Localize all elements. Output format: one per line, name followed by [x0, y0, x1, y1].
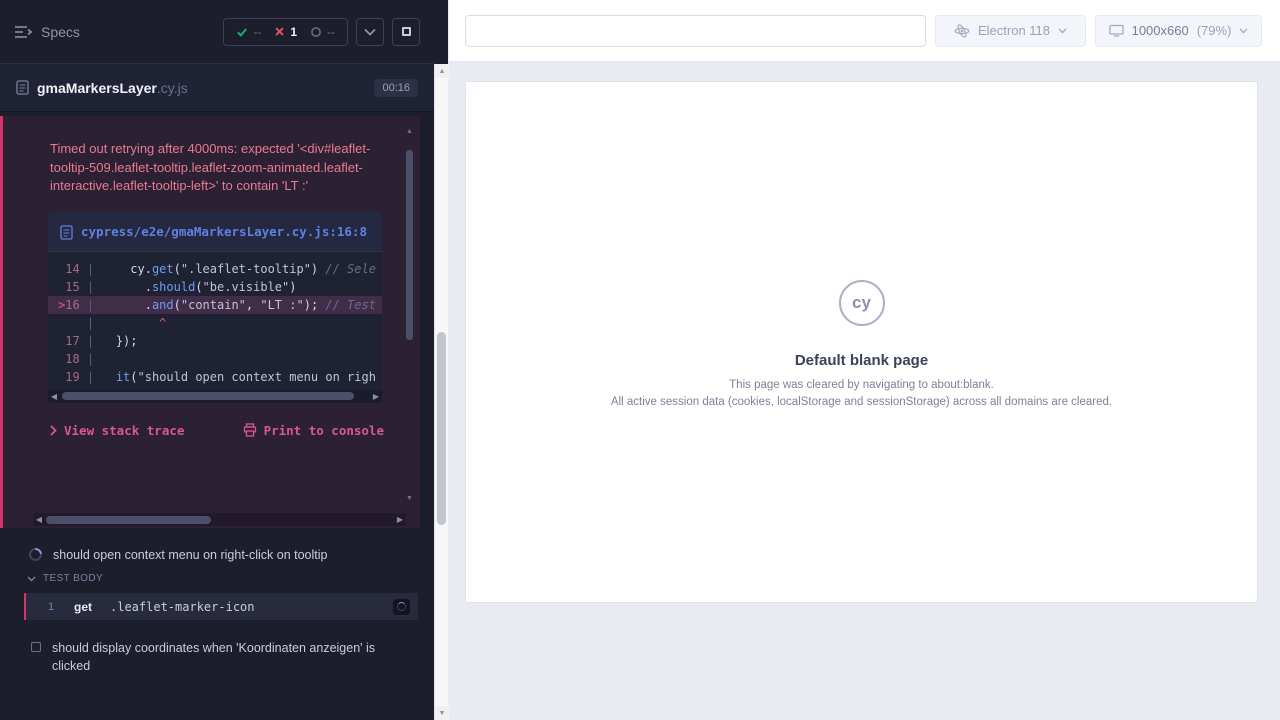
pending-square-icon [31, 642, 41, 652]
code-line: >16 | .and("contain", "LT :"); // Test [48, 296, 382, 314]
blank-page-message-2: All active session data (cookies, localS… [611, 396, 1112, 408]
run-stats: -- 1 -- [223, 18, 348, 46]
scroll-down-arrow-icon[interactable]: ▼ [435, 706, 449, 720]
cypress-logo-text: cy [852, 293, 871, 313]
code-frame-lines: 14 | cy.get(".leaflet-tooltip") // Sele … [48, 252, 382, 390]
viewport-icon [1109, 24, 1124, 37]
spec-extension: .cy.js [157, 80, 188, 96]
stat-pending: -- [310, 25, 335, 39]
check-icon [236, 26, 248, 38]
test-item-pending[interactable]: should display coordinates when 'Koordin… [0, 639, 418, 675]
blank-page-message-1: This page was cleared by navigating to a… [729, 379, 994, 391]
chevron-down-icon [1058, 28, 1067, 34]
chevron-down-icon [27, 576, 36, 582]
error-actions: View stack trace Print to console [50, 423, 384, 438]
test-title: should open context menu on right-click … [53, 546, 389, 564]
stat-passed: -- [236, 25, 261, 39]
stop-icon [402, 27, 411, 36]
scrollbar-thumb[interactable] [62, 392, 354, 400]
test-body-label: TEST BODY [43, 573, 103, 584]
code-frame: cypress/e2e/gmaMarkersLayer.cy.js:16:8 1… [48, 212, 382, 403]
command-message: .leaflet-marker-icon [110, 600, 255, 614]
view-stack-trace-link[interactable]: View stack trace [50, 423, 184, 438]
command-spinner-icon [397, 602, 406, 611]
code-frame-header[interactable]: cypress/e2e/gmaMarkersLayer.cy.js:16:8 [48, 212, 382, 252]
failed-count: 1 [290, 25, 297, 39]
scroll-right-arrow-icon[interactable]: ▶ [370, 390, 382, 403]
running-spinner-icon [26, 545, 44, 563]
reporter-header: Specs -- 1 -- [0, 0, 434, 64]
file-icon [60, 225, 73, 240]
scroll-up-arrow-icon[interactable]: ▲ [405, 128, 414, 135]
specs-label[interactable]: Specs [41, 24, 80, 40]
aut-panel: Electron 118 1000x660 (79%) cy Default b… [449, 0, 1280, 720]
url-input[interactable] [465, 15, 926, 47]
scroll-left-arrow-icon[interactable]: ◀ [33, 513, 45, 526]
cypress-logo: cy [839, 280, 885, 326]
scrollbar-thumb[interactable] [46, 516, 211, 524]
specs-list-toggle-icon[interactable] [14, 25, 32, 39]
aut-background: cy Default blank page This page was clea… [449, 62, 1280, 720]
command-method: get [74, 600, 110, 614]
test-item-running[interactable]: should open context menu on right-click … [0, 546, 418, 564]
reporter-scrollbar[interactable]: ▲ ▼ [434, 64, 448, 720]
code-frame-path-link[interactable]: cypress/e2e/gmaMarkersLayer.cy.js:16:8 [81, 222, 367, 241]
browser-label: Electron 118 [978, 23, 1050, 38]
print-icon [243, 423, 257, 437]
cypress-runner-window: Specs -- 1 -- [0, 0, 1280, 720]
code-frame-horizontal-scrollbar[interactable]: ◀ ▶ [48, 390, 382, 403]
x-icon [274, 26, 285, 37]
view-stack-trace-label: View stack trace [64, 423, 184, 438]
collapse-reporter-button[interactable] [356, 18, 384, 46]
viewport-select[interactable]: 1000x660 (79%) [1095, 15, 1262, 47]
print-to-console-label: Print to console [264, 423, 384, 438]
chevron-down-icon [1239, 28, 1248, 34]
code-line: | ^ [48, 314, 382, 332]
code-line: 15 | .should("be.visible") [48, 278, 382, 296]
electron-icon [954, 23, 970, 39]
stop-run-button[interactable] [392, 18, 420, 46]
spec-duration-badge: 00:16 [374, 79, 418, 97]
reporter-sidebar: Specs -- 1 -- [0, 0, 448, 720]
command-number: 1 [48, 601, 74, 613]
file-icon [16, 80, 29, 95]
error-message: Timed out retrying after 4000ms: expecte… [50, 140, 380, 196]
code-line: 19 | it("should open context menu on rig… [48, 368, 382, 386]
command-pending-badge [393, 599, 410, 615]
command-log-row[interactable]: 1 get .leaflet-marker-icon [24, 593, 418, 620]
code-line: 18 | [48, 350, 382, 368]
viewport-scale: (79%) [1197, 23, 1232, 38]
aut-frame: cy Default blank page This page was clea… [466, 82, 1257, 602]
chevron-right-icon [50, 425, 57, 436]
spec-header: gmaMarkersLayer .cy.js 00:16 [0, 64, 434, 112]
scroll-left-arrow-icon[interactable]: ◀ [48, 390, 60, 403]
code-line: 14 | cy.get(".leaflet-tooltip") // Sele [48, 260, 382, 278]
scrollbar-thumb[interactable] [437, 332, 446, 525]
stat-failed: 1 [274, 25, 297, 39]
blank-page-title: Default blank page [795, 352, 928, 369]
scroll-down-arrow-icon[interactable]: ▼ [405, 495, 414, 502]
scroll-up-arrow-icon[interactable]: ▲ [435, 64, 449, 78]
test-body-section-toggle[interactable]: TEST BODY [27, 573, 103, 584]
error-vertical-scrollbar[interactable]: ▲ ▼ [405, 128, 414, 502]
spec-name[interactable]: gmaMarkersLayer [37, 80, 157, 96]
scrollbar-thumb[interactable] [406, 150, 413, 340]
chevron-down-icon [364, 28, 376, 36]
code-line: 17 | }); [48, 332, 382, 350]
test-error-panel: Timed out retrying after 4000ms: expecte… [0, 116, 420, 528]
browser-select[interactable]: Electron 118 [935, 15, 1086, 47]
error-horizontal-scrollbar[interactable]: ◀ ▶ [33, 513, 406, 526]
aut-toolbar: Electron 118 1000x660 (79%) [449, 0, 1280, 62]
viewport-size: 1000x660 [1132, 23, 1189, 38]
scroll-right-arrow-icon[interactable]: ▶ [394, 513, 406, 526]
passed-count: -- [253, 25, 261, 39]
pending-circle-icon [310, 26, 322, 38]
pending-count: -- [327, 25, 335, 39]
print-to-console-link[interactable]: Print to console [243, 423, 384, 438]
test-title: should display coordinates when 'Koordin… [52, 639, 388, 675]
